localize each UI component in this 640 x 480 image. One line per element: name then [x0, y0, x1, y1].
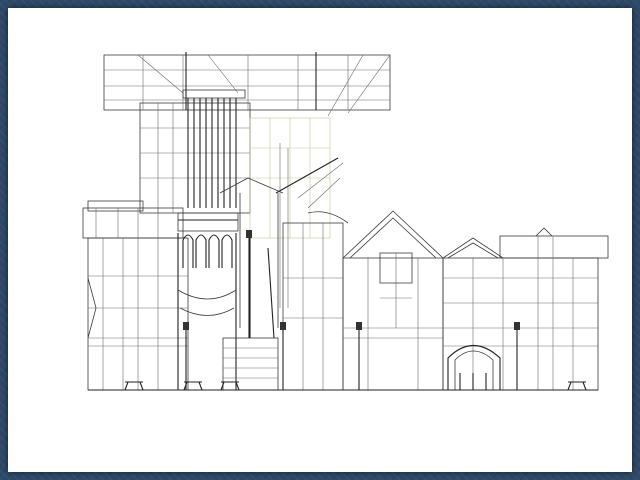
far-right-hall — [442, 227, 609, 391]
lamp-post-icon — [514, 322, 520, 390]
right-hall — [342, 210, 444, 391]
vertical-fins — [182, 89, 246, 208]
tower-shaft — [139, 89, 344, 308]
tower-upper-block — [103, 52, 391, 117]
middle-block — [282, 211, 349, 391]
bench-icon — [567, 381, 587, 391]
bench-icon — [183, 381, 203, 391]
lamp-post-icon — [246, 230, 252, 338]
central-gable — [219, 177, 284, 391]
drawing-canvas — [8, 8, 632, 472]
central-arcade — [177, 212, 239, 390]
left-wing — [82, 200, 189, 391]
lamp-post-icon — [356, 322, 362, 390]
building-elevation-drawing — [82, 52, 609, 391]
lamp-post-icon — [280, 322, 286, 390]
bench-icon — [124, 381, 144, 391]
arch-gateway-icon — [447, 345, 501, 390]
